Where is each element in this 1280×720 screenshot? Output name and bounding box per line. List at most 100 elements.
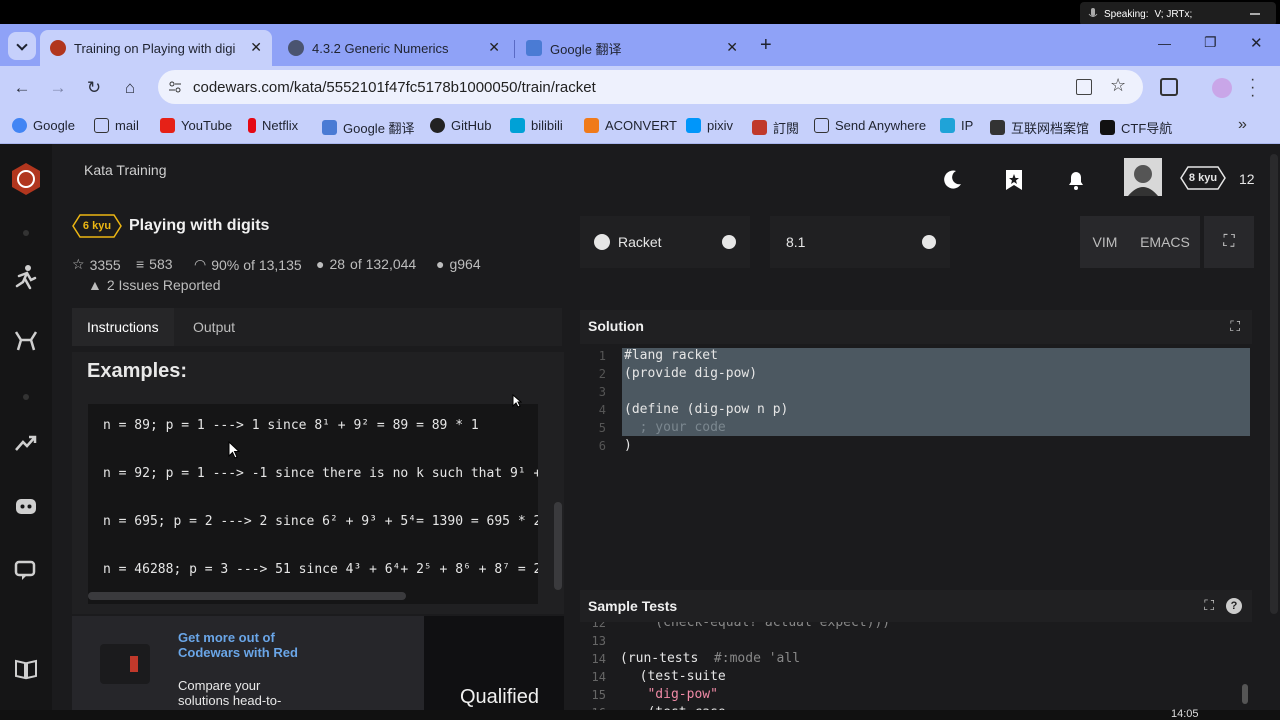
bookmark-google-translate[interactable]: Google 翻译 xyxy=(322,118,415,137)
discussion-icon[interactable] xyxy=(13,558,39,584)
notifications-bell-icon[interactable] xyxy=(1064,168,1088,192)
bookmark-ctf-nav[interactable]: CTF导航 xyxy=(1100,118,1172,137)
bookmark-icon[interactable] xyxy=(1002,168,1026,192)
subscribe-icon xyxy=(752,120,767,135)
forward-icon[interactable]: → xyxy=(48,78,68,98)
language-select[interactable]: Racket xyxy=(580,216,750,268)
restore-button[interactable]: ❐ xyxy=(1204,34,1217,51)
collections-stat[interactable]: ≡ 583 xyxy=(136,256,173,272)
line-number: 1 xyxy=(598,349,606,363)
tab-instructions[interactable]: Instructions xyxy=(72,308,174,346)
minimize-button[interactable]: — xyxy=(1158,36,1171,51)
promo-ad[interactable]: Qualified xyxy=(424,616,564,720)
tab-codewars[interactable]: Training on Playing with digi ✕ xyxy=(40,30,272,66)
menu-dots-icon[interactable]: · · · xyxy=(1250,72,1255,104)
emacs-mode-button[interactable]: EMACS xyxy=(1130,216,1200,268)
sample-tests-title: Sample Tests xyxy=(588,598,678,614)
solution-editor[interactable]: 1 2 3 4 5 6 #lang racket (provide dig-po… xyxy=(580,344,1252,584)
tab-google-translate[interactable]: Google 翻译 ✕ xyxy=(516,30,748,66)
netflix-icon xyxy=(248,118,256,133)
vim-mode-button[interactable]: VIM xyxy=(1080,216,1130,268)
stars-stat[interactable]: ☆ 3355 xyxy=(72,256,121,273)
line-number: 2 xyxy=(598,367,606,381)
ip-icon xyxy=(940,118,955,133)
red-promo-banner[interactable]: Get more out of Codewars with Red Compar… xyxy=(72,616,564,720)
kata-rank-badge: 6 kyu xyxy=(72,214,122,238)
help-icon[interactable]: ? xyxy=(1226,598,1242,614)
code-string-line: "dig-pow" xyxy=(624,687,718,702)
tab-title: Training on Playing with digi xyxy=(74,40,236,56)
bookmark-mail[interactable]: mail xyxy=(94,118,139,133)
fullscreen-button[interactable]: ⛶ xyxy=(1204,216,1254,268)
bookmark-star-icon[interactable]: ☆ xyxy=(1110,75,1126,96)
leaderboard-icon[interactable] xyxy=(13,430,39,456)
vertical-scrollbar[interactable] xyxy=(554,502,562,590)
horizontal-scrollbar[interactable] xyxy=(88,592,406,600)
line-number: 6 xyxy=(598,439,606,453)
discord-icon[interactable] xyxy=(13,494,39,520)
bookmark-bilibili[interactable]: bilibili xyxy=(510,118,563,133)
bookmark-pixiv[interactable]: pixiv xyxy=(686,118,733,133)
training-icon[interactable] xyxy=(13,264,39,290)
expand-icon[interactable]: ⛶ xyxy=(1230,318,1240,335)
codewars-logo-icon[interactable] xyxy=(9,162,43,196)
address-bar[interactable]: codewars.com/kata/5552101f47fc5178b10000… xyxy=(158,70,1143,104)
dark-mode-moon-icon[interactable] xyxy=(940,168,964,192)
profile-avatar[interactable] xyxy=(1212,78,1232,98)
close-window-button[interactable]: ✕ xyxy=(1250,34,1263,52)
issues-link[interactable]: ▲ 2 Issues Reported xyxy=(88,277,220,293)
version-select[interactable]: 8.1 xyxy=(770,216,950,268)
tab-generic-numerics[interactable]: 4.3.2 Generic Numerics ✕ xyxy=(278,30,510,66)
google-icon xyxy=(12,118,27,133)
bookmark-google[interactable]: Google xyxy=(12,118,75,133)
reload-icon[interactable]: ↻ xyxy=(84,78,104,98)
bookmark-subscribe[interactable]: 訂閱 xyxy=(752,118,799,137)
bookmark-aconvert[interactable]: ACONVERT xyxy=(584,118,677,133)
docs-book-icon[interactable] xyxy=(13,656,39,682)
line-number: 14 xyxy=(591,670,606,684)
extensions-icon[interactable] xyxy=(1160,78,1178,96)
expand-icon[interactable]: ⛶ xyxy=(1204,597,1214,614)
rainbow-icon: ◠ xyxy=(194,256,207,272)
codewars-app: Kata Training 8 kyu 12 6 kyu Playing wit… xyxy=(0,144,1280,720)
bookmark-github[interactable]: GitHub xyxy=(430,118,491,133)
tests-scrollbar[interactable] xyxy=(1242,684,1248,704)
solution-title: Solution xyxy=(588,318,644,334)
os-taskbar xyxy=(0,710,1280,720)
examples-code-block: n = 89; p = 1 ---> 1 since 8¹ + 9² = 89 … xyxy=(88,404,538,604)
tab-search-button[interactable] xyxy=(8,32,36,60)
translate-page-icon[interactable] xyxy=(1076,79,1092,95)
bookmarks-bar: Google mail YouTube Netflix Google 翻译 Gi… xyxy=(0,110,1280,144)
code-comment-line: ; your code xyxy=(624,420,726,435)
line-number: 5 xyxy=(598,421,606,435)
bookmark-youtube[interactable]: YouTube xyxy=(160,118,232,133)
practice-icon[interactable] xyxy=(13,328,39,354)
minimize-overlay-icon[interactable] xyxy=(1250,13,1260,15)
example-line: n = 695; p = 2 ---> 2 since 6² + 9³ + 5⁴… xyxy=(103,514,538,529)
bookmark-netflix[interactable]: Netflix xyxy=(248,118,298,133)
red-logo-icon xyxy=(100,644,150,684)
promo-title: Get more out of Codewars with Red xyxy=(178,630,298,660)
author-stat[interactable]: ● g964 xyxy=(436,256,481,272)
line-number: 4 xyxy=(598,403,606,417)
new-tab-button[interactable]: + xyxy=(760,34,772,57)
code-line: #lang racket xyxy=(624,348,718,363)
line-number: 14 xyxy=(591,652,606,666)
page-scrollbar[interactable] xyxy=(1270,154,1278,614)
sample-tests-editor[interactable]: 12 (check-equal? actual expect))) 13 14 … xyxy=(580,622,1252,720)
taskbar-clock: 14:05 xyxy=(1171,708,1199,720)
tab-output[interactable]: Output xyxy=(178,308,250,346)
bookmark-ip[interactable]: IP xyxy=(940,118,973,133)
home-icon[interactable]: ⌂ xyxy=(120,78,140,98)
bookmark-send-anywhere[interactable]: Send Anywhere xyxy=(814,118,926,133)
navigation-bar: ← → ↻ ⌂ codewars.com/kata/5552101f47fc51… xyxy=(0,66,1280,110)
site-info-icon[interactable] xyxy=(168,80,182,94)
back-icon[interactable]: ← xyxy=(12,78,32,98)
close-tab-icon[interactable]: ✕ xyxy=(250,39,262,56)
close-tab-icon[interactable]: ✕ xyxy=(726,39,738,56)
user-avatar[interactable] xyxy=(1124,158,1162,196)
close-tab-icon[interactable]: ✕ xyxy=(488,39,500,56)
more-bookmarks-icon[interactable]: » xyxy=(1238,116,1247,134)
bookmark-internet-archive[interactable]: 互联网档案馆 xyxy=(990,118,1089,137)
speaking-text: V; JRTx; xyxy=(1154,8,1193,20)
